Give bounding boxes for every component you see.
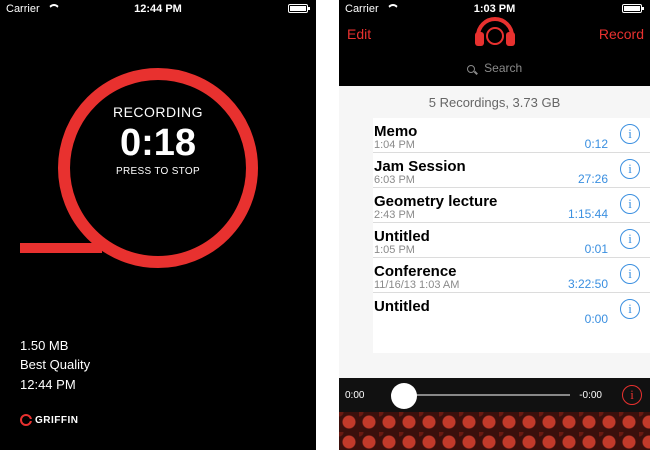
- recording-start-time: 12:44 PM: [20, 377, 76, 392]
- recording-row[interactable]: Memo 1:04 PM 0:12 i: [373, 118, 650, 153]
- decorative-pattern: [339, 412, 650, 450]
- recording-timer: 0:18: [119, 122, 197, 164]
- recording-name: Untitled: [374, 228, 430, 245]
- status-bar: Carrier 12:44 PM: [0, 0, 316, 18]
- info-icon[interactable]: i: [620, 229, 640, 249]
- recording-row[interactable]: Untitled 1:05 PM 0:01 i: [373, 223, 650, 258]
- recording-row[interactable]: Geometry lecture 2:43 PM 1:15:44 i: [373, 188, 650, 223]
- search-icon: [466, 64, 475, 73]
- recording-duration: 3:22:50: [567, 277, 608, 291]
- recordings-list-screen: Carrier 1:03 PM Edit Record Search 5 Rec…: [339, 0, 650, 450]
- playback-scrubber-track[interactable]: [391, 394, 570, 396]
- info-icon[interactable]: i: [620, 264, 640, 284]
- recording-date: 6:03 PM: [374, 174, 415, 186]
- recording-name: Untitled: [374, 298, 430, 315]
- recordings-summary: 5 Recordings, 3.73 GB: [428, 95, 561, 110]
- info-icon[interactable]: i: [620, 159, 640, 179]
- recording-duration: 0:01: [584, 242, 608, 256]
- recording-row[interactable]: Untitled 0:00 i: [373, 293, 650, 353]
- griffin-logo-icon: [20, 414, 32, 426]
- record-button[interactable]: Record: [599, 26, 644, 42]
- recording-date: 1:05 PM: [374, 244, 415, 256]
- battery-icon: [622, 4, 644, 13]
- recording-duration: 1:15:44: [567, 207, 608, 221]
- playback-scrubber-thumb[interactable]: [391, 383, 417, 409]
- info-icon[interactable]: i: [620, 124, 640, 144]
- quality-setting: Best Quality: [20, 357, 91, 372]
- search-field[interactable]: Search: [339, 61, 650, 77]
- recording-duration: 0:12: [584, 137, 608, 151]
- recording-date: 1:04 PM: [374, 139, 415, 151]
- search-placeholder: Search: [484, 61, 523, 75]
- recording-date: 2:43 PM: [374, 209, 415, 221]
- audio-level-meter: [20, 243, 102, 253]
- battery-icon: [288, 4, 310, 13]
- status-time: 12:44 PM: [134, 3, 182, 15]
- playback-elapsed: 0:00: [345, 390, 365, 401]
- recording-duration: 27:26: [577, 172, 608, 186]
- recording-name: Geometry lecture: [374, 193, 498, 210]
- recording-name: Conference: [374, 263, 457, 280]
- press-to-stop-label: PRESS TO STOP: [116, 166, 200, 177]
- recording-name: Jam Session: [374, 158, 466, 175]
- recording-screen: Carrier 12:44 PM RECORDING 0:18 PRESS TO…: [0, 0, 316, 450]
- file-size: 1.50 MB: [20, 338, 69, 353]
- info-icon[interactable]: i: [620, 194, 640, 214]
- headphones-icon: [475, 17, 515, 46]
- griffin-logo-text: GRIFFIN: [35, 414, 79, 426]
- navigation-bar: Carrier 1:03 PM Edit Record Search: [339, 0, 650, 86]
- recording-date: 11/16/13 1:03 AM: [374, 279, 460, 291]
- recording-label: RECORDING: [112, 104, 204, 120]
- recording-row[interactable]: Jam Session 6:03 PM 27:26 i: [373, 153, 650, 188]
- info-icon[interactable]: i: [620, 299, 640, 319]
- recording-name: Memo: [374, 123, 418, 140]
- playback-remaining: -0:00: [579, 390, 602, 401]
- recordings-list: Memo 1:04 PM 0:12 i Jam Session 6:03 PM …: [373, 118, 650, 353]
- playback-bar: 0:00 -0:00 i: [339, 378, 650, 412]
- info-icon[interactable]: i: [622, 385, 642, 405]
- griffin-logo: GRIFFIN: [20, 414, 79, 426]
- recording-row[interactable]: Conference 11/16/13 1:03 AM 3:22:50 i: [373, 258, 650, 293]
- recording-duration: 0:00: [584, 312, 608, 326]
- edit-button[interactable]: Edit: [347, 26, 371, 42]
